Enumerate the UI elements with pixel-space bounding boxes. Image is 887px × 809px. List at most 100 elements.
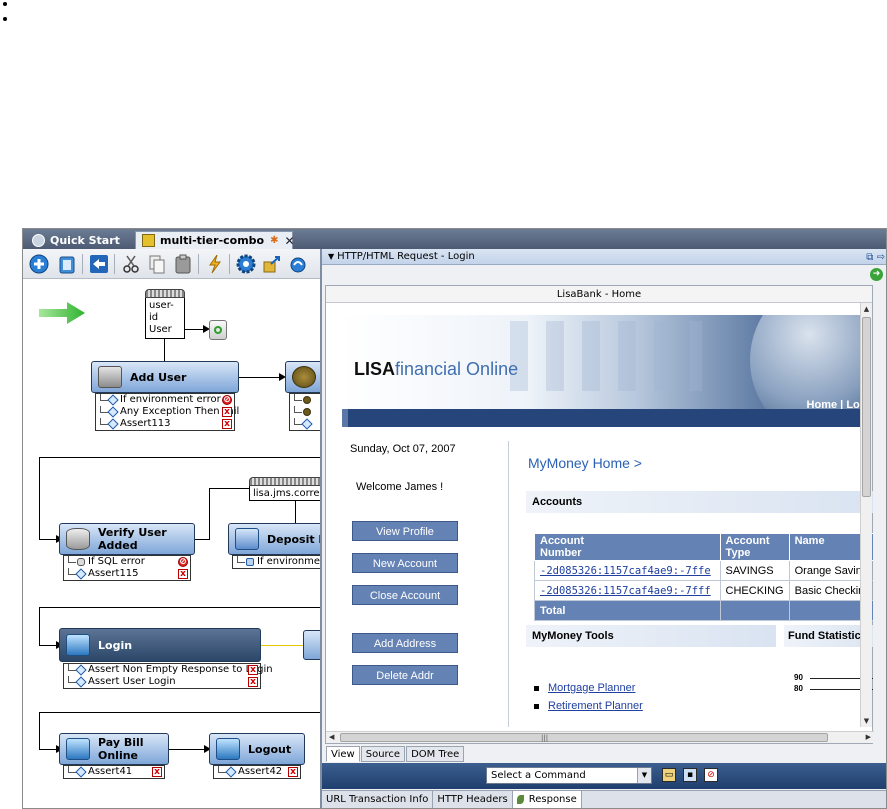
tab-quick-start[interactable]: Quick Start	[26, 231, 136, 249]
welcome-text: Welcome James !	[356, 481, 444, 493]
export-icon[interactable]	[261, 253, 283, 275]
tab-source[interactable]: Source	[360, 746, 406, 762]
assertion-row[interactable]: If environmen	[233, 556, 320, 568]
step-partial-bean[interactable]	[285, 361, 320, 393]
scroll-left-icon[interactable]: ◀	[329, 732, 334, 743]
run-icon[interactable]	[204, 253, 226, 275]
bullet	[3, 2, 7, 6]
tab-dom-tree[interactable]: DOM Tree	[406, 746, 465, 762]
start-node-icon[interactable]	[209, 320, 227, 340]
view-profile-button[interactable]: View Profile	[352, 521, 458, 541]
delete-icon[interactable]	[56, 253, 78, 275]
scroll-right-icon[interactable]: ▶	[866, 732, 871, 743]
scroll-thumb[interactable]: |||	[340, 733, 828, 742]
chart-y-label: 80	[794, 684, 803, 693]
connector	[39, 712, 40, 749]
fail-icon[interactable]: x	[178, 569, 188, 579]
page-heading[interactable]: MyMoney Home >	[528, 455, 642, 471]
step-login[interactable]: Login	[59, 628, 261, 662]
fail-icon[interactable]: x	[222, 419, 232, 429]
assertion-row[interactable]: If environment error ⊘	[96, 394, 234, 406]
assertion-row[interactable]: Assert Non Empty Response to Login x	[64, 664, 273, 676]
assertion-row[interactable]: Assert42 x	[214, 766, 300, 778]
assertion-row[interactable]: Assert41 x	[64, 766, 164, 778]
step-deposit-money[interactable]: Deposit Mo	[228, 523, 320, 555]
delete-address-button[interactable]: Delete Addr	[352, 665, 458, 685]
rendered-web-page[interactable]: LISAfinancial Online Home | Loca Sunday,…	[326, 303, 873, 727]
close-account-button[interactable]: Close Account	[352, 585, 458, 605]
http-request-panel: ▼ HTTP/HTML Request - Login ⧉ ⇨ ➜ LisaBan…	[320, 249, 886, 808]
clear-icon[interactable]: ⊘	[704, 768, 718, 782]
dataset-line: user-id	[149, 300, 174, 323]
test-model-canvas[interactable]: user-id User Add User If environment err…	[23, 280, 320, 808]
settings-icon[interactable]	[235, 253, 257, 275]
save-icon[interactable]: ▪	[683, 768, 697, 782]
step-logout[interactable]: Logout	[209, 733, 305, 765]
fail-icon[interactable]: x	[248, 665, 258, 675]
tab-http-headers[interactable]: HTTP Headers	[433, 791, 513, 808]
column-header: Account Type	[719, 533, 790, 561]
vertical-scrollbar[interactable]: ▲ ▼	[860, 303, 872, 727]
env-assert-icon	[246, 558, 254, 566]
scroll-up-icon[interactable]: ▲	[861, 303, 872, 315]
paste-icon[interactable]	[172, 253, 194, 275]
open-folder-icon[interactable]: ▭	[662, 768, 676, 782]
horizontal-scrollbar[interactable]: ◀ ||| ▶	[326, 731, 874, 743]
fail-icon[interactable]: x	[288, 767, 298, 777]
retirement-planner-link[interactable]: Retirement Planner	[534, 697, 643, 715]
scroll-down-icon[interactable]: ▼	[861, 715, 872, 727]
chart-y-label: 90	[794, 673, 803, 682]
header-line: Account	[725, 535, 770, 547]
panel-window-controls[interactable]: ⧉ ⇨	[866, 250, 885, 266]
dataset-jms[interactable]: lisa.jms.correla	[249, 477, 320, 501]
assertion-icon	[107, 406, 119, 418]
mortgage-planner-link[interactable]: Mortgage Planner	[534, 679, 643, 697]
back-icon[interactable]	[88, 253, 110, 275]
tab-response[interactable]: Response	[512, 791, 582, 808]
editor-tab-bar: Quick Start multi-tier-combo ✱ ✕	[23, 229, 886, 249]
assertion-label: Assert41	[88, 766, 133, 777]
chevron-down-icon[interactable]: ▼	[637, 768, 651, 783]
account-number-link[interactable]: -2d085326:1157caf4ae9:-7fff	[534, 580, 721, 601]
account-number-link[interactable]: -2d085326:1157caf4ae9:-7ffe	[534, 560, 721, 581]
wizard-icon[interactable]	[287, 253, 309, 275]
assertion-row[interactable]	[290, 418, 320, 430]
connector	[164, 339, 165, 361]
go-icon[interactable]: ➜	[870, 268, 883, 281]
assertion-row[interactable]: Assert113 x	[96, 418, 234, 430]
assertion-row[interactable]	[290, 394, 320, 406]
collapse-icon[interactable]: ▼	[328, 252, 334, 261]
fail-icon[interactable]: x	[152, 767, 162, 777]
dataset-line: lisa.jms.correla	[253, 488, 320, 499]
assertion-row[interactable]	[290, 406, 320, 418]
bean-icon	[303, 396, 311, 404]
dataset-user[interactable]: user-id User	[145, 289, 185, 339]
stop-icon[interactable]: ⊘	[178, 557, 188, 567]
step-verify-user-added[interactable]: Verify User Added	[59, 523, 195, 555]
bean-icon	[292, 366, 316, 388]
assertion-row[interactable]: Assert User Login x	[64, 676, 260, 688]
close-tab-icon[interactable]: ✕	[285, 234, 295, 248]
cut-icon[interactable]	[120, 253, 142, 275]
scroll-thumb[interactable]	[862, 317, 871, 497]
step-partial-next[interactable]	[303, 630, 320, 660]
stop-icon[interactable]: ⊘	[222, 395, 232, 405]
quick-start-icon	[32, 233, 45, 247]
grip-icon: |||	[541, 734, 549, 742]
command-select[interactable]: Select a Command ▼	[486, 767, 652, 784]
tab-multi-tier-combo[interactable]: multi-tier-combo ✱ ✕	[135, 231, 295, 249]
tab-url-transaction-info[interactable]: URL Transaction Info	[322, 791, 434, 808]
add-step-icon[interactable]	[28, 253, 50, 275]
assertion-row[interactable]: If SQL error ⊘	[64, 556, 190, 568]
assertion-row[interactable]: Assert115 x	[64, 568, 190, 580]
fail-icon[interactable]: x	[248, 677, 258, 687]
tab-view[interactable]: View	[326, 746, 360, 762]
fail-icon[interactable]: x	[222, 407, 232, 417]
new-account-button[interactable]: New Account	[352, 553, 458, 573]
step-pay-bill-online[interactable]: Pay Bill Online	[59, 733, 169, 765]
assertion-row[interactable]: Any Exception Then Fail x	[96, 406, 239, 418]
step-add-user[interactable]: Add User	[91, 361, 239, 393]
add-address-button[interactable]: Add Address	[352, 633, 458, 653]
copy-icon[interactable]	[146, 253, 168, 275]
panel-header[interactable]: ▼ HTTP/HTML Request - Login ⧉ ⇨	[322, 249, 886, 266]
